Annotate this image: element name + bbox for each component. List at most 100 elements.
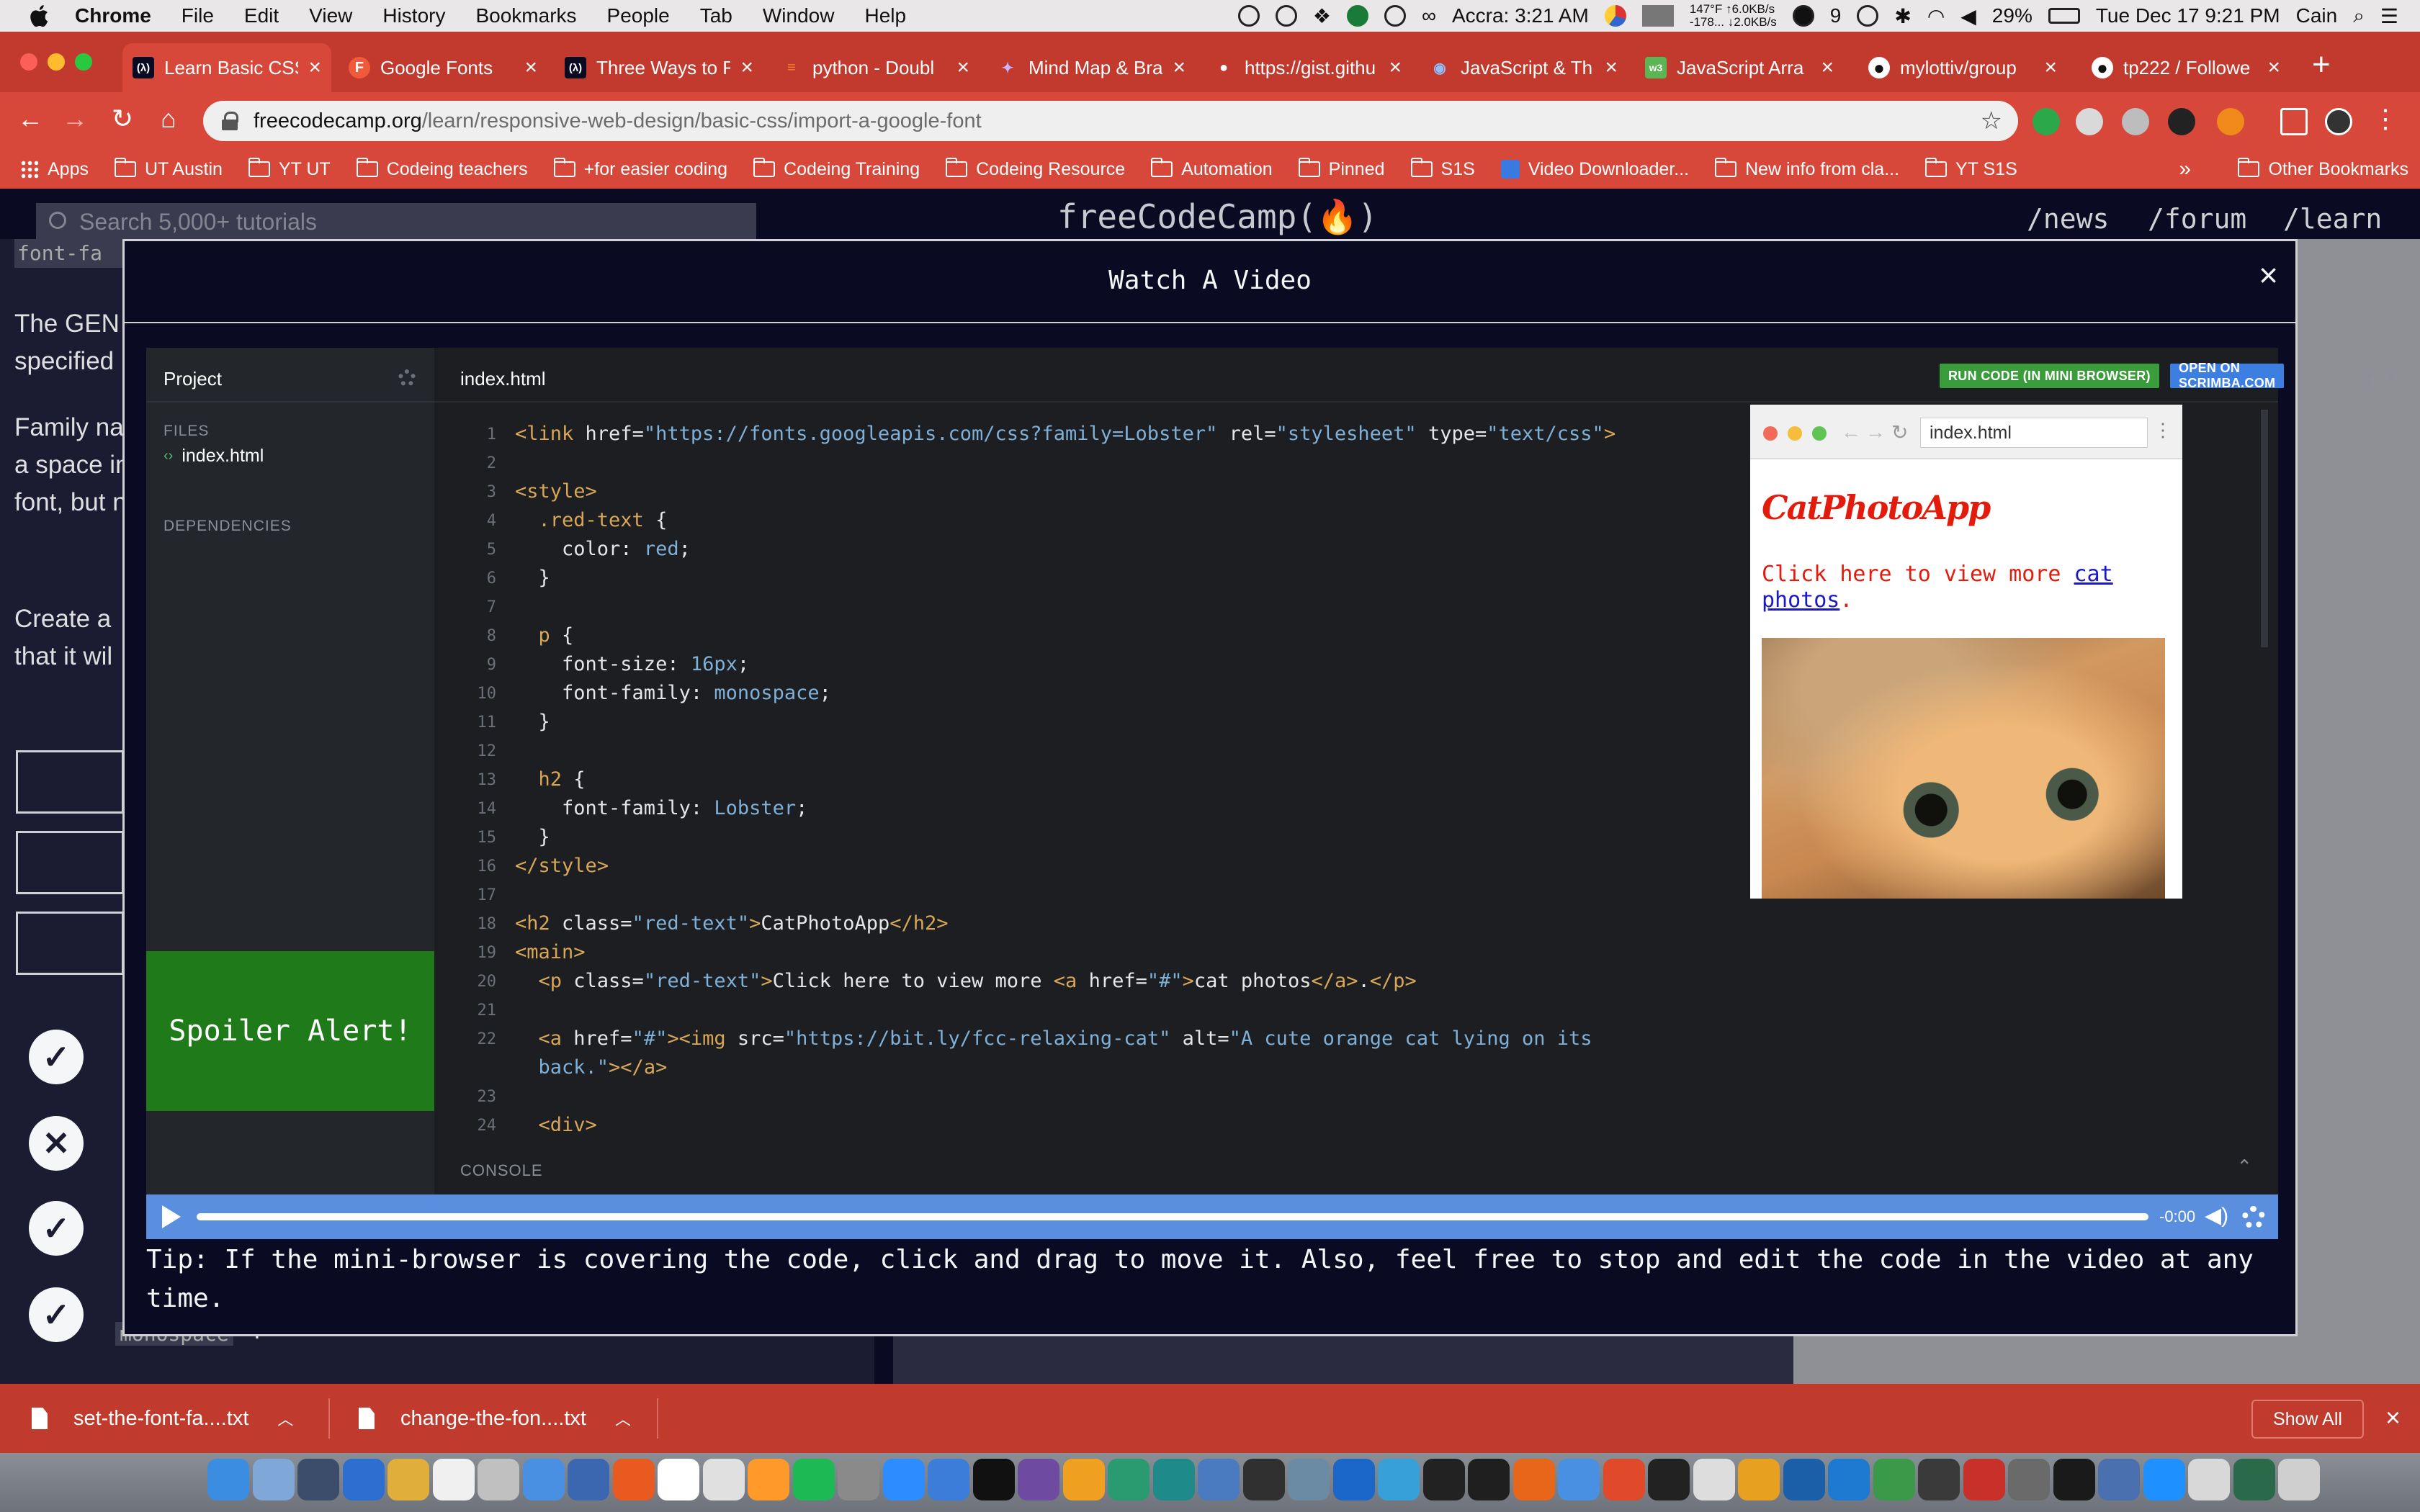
run-code-button[interactable]: RUN CODE (IN MINI BROWSER) [1940,364,2159,388]
dock-app-icon[interactable] [2098,1459,2140,1500]
tab-close-icon[interactable]: × [1173,55,1186,80]
play-icon[interactable] [162,1205,181,1228]
home-icon[interactable]: ⌂ [153,104,184,134]
menu-window[interactable]: Window [763,4,835,27]
dock-app-icon[interactable] [1198,1459,1240,1500]
dock-app-icon[interactable] [703,1459,745,1500]
modal-close-button[interactable]: × [2259,256,2278,294]
tab-mind-map[interactable]: ✦ Mind Map & Bra × [987,43,1196,92]
forward-icon[interactable]: → [59,104,91,134]
dock-app-icon[interactable] [1558,1459,1600,1500]
tab-python-double[interactable]: ≡ python - Doubl × [771,43,980,92]
bookmark-folder[interactable]: UT Austin [114,158,223,180]
bookmark-folder[interactable]: +for easier coding [553,158,727,180]
back-icon[interactable]: ← [14,104,46,134]
battery-percent[interactable]: 29% [1992,4,2033,27]
mini-menu-icon[interactable]: ⋮ [2154,419,2172,441]
tab-javascript-the[interactable]: ◉ JavaScript & Th × [1419,43,1628,92]
tab-gist[interactable]: ● https://gist.githu × [1203,43,1412,92]
extension-download-icon[interactable] [2076,108,2103,135]
bookmark-folder[interactable]: YT UT [248,158,331,180]
dock-app-icon[interactable] [613,1459,655,1500]
infinity-icon[interactable]: ∞ [1422,4,1436,27]
reload-icon[interactable]: ↻ [107,104,138,134]
menu-edit[interactable]: Edit [244,4,279,27]
dock-app-icon[interactable] [1288,1459,1330,1500]
mini-browser-toolbar[interactable]: ← → ↻ index.html ⋮ [1750,405,2182,459]
tab-close-icon[interactable]: × [1389,55,1402,80]
clock-icon[interactable] [1857,5,1879,27]
chevron-up-icon[interactable]: ⌃ [2236,1156,2252,1178]
activity-icon[interactable] [1275,5,1297,27]
wifi-icon[interactable]: ◠ [1927,4,1945,28]
code-line[interactable]: .red-text { [515,509,668,531]
dock-app-icon[interactable] [1693,1459,1735,1500]
cast-icon[interactable] [2280,108,2308,135]
dock-app-icon[interactable] [1918,1459,1960,1500]
dock-app-icon[interactable] [883,1459,925,1500]
dock-app-icon[interactable] [253,1459,295,1500]
chevron-up-icon[interactable]: ︿ [277,1407,293,1430]
code-line[interactable]: </style> [515,855,609,877]
mini-browser[interactable]: ← → ↻ index.html ⋮ CatPhotoApp Click her… [1750,405,2182,899]
spotlight-icon[interactable]: ⌕ [2353,4,2365,28]
mini-reload-icon[interactable]: ↻ [1891,420,1908,444]
volume-icon[interactable]: ◀) [2205,1203,2228,1228]
dock-app-icon[interactable] [1423,1459,1465,1500]
dock-app-icon[interactable] [2233,1459,2275,1500]
tab-close-icon[interactable]: × [956,55,969,80]
dock-app-icon[interactable] [343,1459,385,1500]
dock-app-icon[interactable] [2278,1459,2320,1500]
tab-close-icon[interactable]: × [2044,55,2057,80]
mini-minimize-icon[interactable] [1788,426,1802,441]
user-name[interactable]: Cain [2296,4,2338,27]
dropbox-icon[interactable]: ❖ [1313,4,1331,28]
code-line[interactable]: <p class="red-text">Click here to view m… [515,970,1417,992]
download-item[interactable]: set-the-font-fa....txt ︿ [32,1384,293,1453]
minimize-window-icon[interactable] [48,53,65,71]
tab-javascript-array[interactable]: w3 JavaScript Arra × [1635,43,1844,92]
dock-app-icon[interactable] [568,1459,609,1500]
menu-history[interactable]: History [382,4,445,27]
dock-app-icon[interactable] [928,1459,969,1500]
bluetooth-icon[interactable]: ✱ [1894,4,1911,28]
dock-app-icon[interactable] [973,1459,1015,1500]
spoiler-alert-button[interactable]: Spoiler Alert! [146,951,434,1111]
dock-app-icon[interactable] [1333,1459,1375,1500]
code-line[interactable]: } [515,567,550,589]
nav-news[interactable]: /news [2027,203,2109,235]
action-button[interactable] [16,831,124,894]
pie-icon[interactable] [1604,5,1626,27]
new-tab-button[interactable]: + [2312,49,2331,81]
battery-icon[interactable] [2048,8,2080,24]
action-button[interactable] [16,750,124,814]
mini-zoom-icon[interactable] [1812,426,1827,441]
menu-people[interactable]: People [607,4,670,27]
tab-close-icon[interactable]: × [2267,55,2280,80]
tab-google-fonts[interactable]: F Google Fonts × [339,43,547,92]
tab-close-icon[interactable]: × [308,55,321,80]
gear-icon[interactable] [398,369,416,387]
progress-track[interactable] [197,1213,2148,1220]
nav-forum[interactable]: /forum [2148,203,2246,235]
menu-bookmarks[interactable]: Bookmarks [475,4,576,27]
bookmark-apps[interactable]: Apps [20,159,89,180]
mini-url-field[interactable]: index.html [1920,418,2148,448]
mini-back-icon[interactable]: ← [1841,420,1861,444]
tab-close-icon[interactable]: × [524,55,537,80]
download-item[interactable]: change-the-fon....txt ︿ [359,1384,631,1453]
dock-app-icon[interactable] [1648,1459,1690,1500]
dock-app-icon[interactable] [1513,1459,1555,1500]
circle-icon[interactable] [1384,5,1406,27]
dock-app-icon[interactable] [838,1459,879,1500]
dock-app-icon[interactable] [387,1459,429,1500]
tab-close-icon[interactable]: × [1605,55,1618,80]
chrome-menu-icon[interactable]: ⋮ [2370,104,2401,134]
bookmark-folder[interactable]: Automation [1151,158,1273,180]
dock-app-icon[interactable] [2188,1459,2230,1500]
collapse-chevron-icon[interactable]: ‹ [2388,364,2395,388]
dock-app-icon[interactable] [1063,1459,1105,1500]
bookmark-folder[interactable]: Codeing teachers [356,158,528,180]
bookmark-folder[interactable]: S1S [1410,158,1475,180]
code-line[interactable]: <a href="#"><img src="https://bit.ly/fcc… [515,1027,1592,1050]
